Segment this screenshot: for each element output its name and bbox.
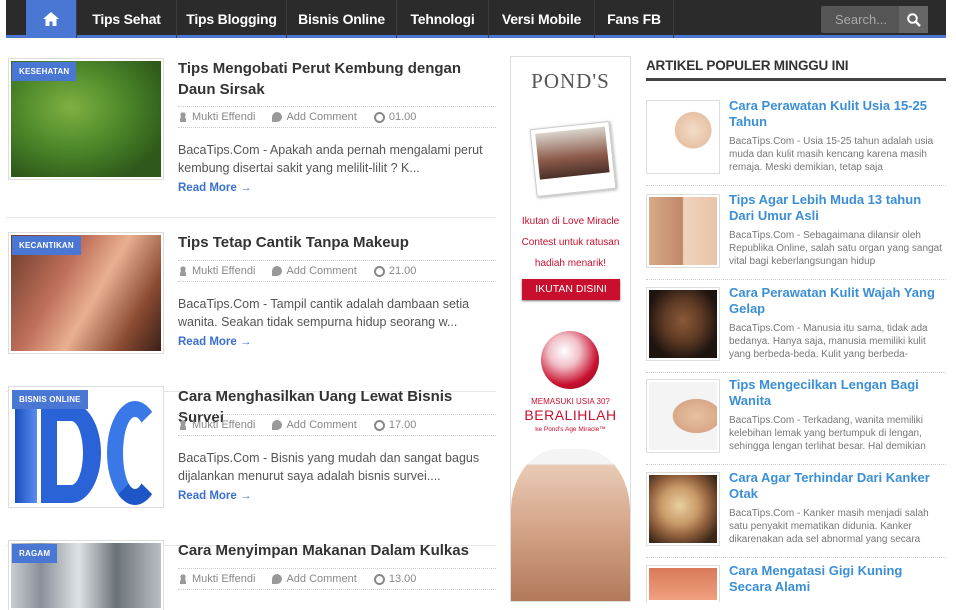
ad-headline-2: BERALIHLAH [524,407,617,423]
post-meta: Mukti Effendi Add Comment 01.00 [178,106,496,128]
post-meta: Mukti Effendi Add Comment 17.00 [178,414,496,436]
search-button[interactable] [899,6,928,33]
article-thumbnail[interactable] [646,565,720,602]
ad-contest-text: Ikutan di Love Miracle Contest untuk rat… [521,216,620,269]
ad-subline: ke Pond's Age Miracle™ [535,426,606,433]
post-item: BISNIS ONLINE Cara Menghasilkan Uang Lew… [6,386,496,546]
clock-icon [373,111,385,123]
article-desc: BacaTips.Com - Manusia itu sama, tidak a… [729,323,928,360]
article-title[interactable]: Cara Agar Terhindar Dari Kanker Otak [729,470,946,502]
article-thumbnail[interactable] [646,472,720,546]
post-thumbnail[interactable]: BISNIS ONLINE [8,386,164,508]
comment-icon [272,420,283,431]
nav-item-tips-sehat[interactable]: Tips Sehat [76,0,176,38]
article-desc: BacaTips.Com - Sebagaimana dilansir oleh… [729,230,942,267]
post-thumbnail[interactable]: KESEHATAN [8,58,164,180]
post-excerpt: BacaTips.Com - Tampil cantik adalah damb… [178,297,470,329]
post-thumbnail[interactable]: KECANTIKAN [8,232,164,354]
ad-photo-frame [529,121,617,197]
popular-articles-widget: ARTIKEL POPULER MINGGU INI [646,58,946,81]
popular-article: Tips Agar Lebih Muda 13 tahun Dari Umur … [646,192,946,280]
post-title[interactable]: Tips Mengobati Perut Kembung dengan Daun… [178,58,496,100]
user-icon [178,420,188,431]
article-title[interactable]: Tips Mengecilkan Lengan Bagi Wanita [729,377,946,409]
clock-icon [373,265,385,277]
post-author[interactable]: Mukti Effendi [192,415,255,435]
post-time: 13.00 [388,573,417,585]
popular-article: Cara Agar Terhindar Dari Kanker Otak Bac… [646,470,946,558]
post-author[interactable]: Mukti Effendi [192,261,255,281]
ad-product-jar [541,331,599,389]
user-icon [178,112,188,123]
article-thumbnail[interactable] [646,100,720,174]
nav-item-bisnis-online[interactable]: Bisnis Online [286,0,396,38]
post-title[interactable]: Tips Tetap Cantik Tanpa Makeup [178,232,496,253]
article-desc: BacaTips.Com - Terkadang, wanita memilik… [729,415,926,452]
post-thumbnail[interactable]: RAGAM [8,540,164,610]
read-more-link[interactable]: Read More → [178,182,252,194]
popular-article: Cara Perawatan Kulit Usia 15-25 Tahun Ba… [646,98,946,186]
article-title[interactable]: Cara Perawatan Kulit Usia 15-25 Tahun [729,98,946,130]
nav-item-fans-fb[interactable]: Fans FB [594,0,674,38]
ad-headline: MEMASUKI USIA 30? [531,397,610,406]
post-title[interactable]: Cara Menyimpan Makanan Dalam Kulkas [178,540,496,561]
user-icon [178,574,188,585]
clock-icon [373,573,385,585]
post-item: KECANTIKAN Tips Tetap Cantik Tanpa Makeu… [6,232,496,392]
article-thumbnail[interactable] [646,287,720,361]
add-comment-link[interactable]: Add Comment [286,261,356,281]
home-button[interactable] [26,0,76,38]
article-thumbnail[interactable] [646,194,720,268]
nav-item-tips-blogging[interactable]: Tips Blogging [176,0,286,38]
popular-article: Cara Perawatan Kulit Wajah Yang Gelap Ba… [646,285,946,373]
post-excerpt: BacaTips.Com - Bisnis yang mudah dan san… [178,451,480,483]
category-label[interactable]: RAGAM [12,544,58,563]
comment-icon [272,266,283,277]
top-navigation: Tips Sehat Tips Blogging Bisnis Online T… [6,0,946,38]
post-meta: Mukti Effendi Add Comment 21.00 [178,260,496,282]
post-author[interactable]: Mukti Effendi [192,107,255,127]
article-title[interactable]: Tips Agar Lebih Muda 13 tahun Dari Umur … [729,192,946,224]
ad-model-photo [511,449,630,601]
article-desc: BacaTips.Com - Usia 15-25 tahun adalah u… [729,136,934,173]
comment-icon [272,574,283,585]
post-time: 01.00 [388,111,417,123]
popular-article: Tips Mengecilkan Lengan Bagi Wanita Baca… [646,377,946,465]
add-comment-link[interactable]: Add Comment [286,569,356,589]
add-comment-link[interactable]: Add Comment [286,107,356,127]
user-icon [178,266,188,277]
ponds-advertisement[interactable]: POND'S Ikutan di Love Miracle Contest un… [510,56,631,602]
post-time: 17.00 [388,419,417,431]
home-icon [43,12,59,26]
clock-icon [373,419,385,431]
comment-icon [272,112,283,123]
read-more-link[interactable]: Read More → [178,490,252,502]
article-thumbnail[interactable] [646,379,720,453]
category-label[interactable]: BISNIS ONLINE [12,390,88,409]
article-desc: BacaTips.Com - Kanker masih menjadi sala… [729,508,929,545]
article-title[interactable]: Cara Mengatasi Gigi Kuning Secara Alami [729,563,946,595]
post-item: RAGAM Cara Menyimpan Makanan Dalam Kulka… [6,540,496,610]
ad-cta-button[interactable]: IKUTAN DISINI [522,279,620,300]
post-meta: Mukti Effendi Add Comment 13.00 [178,568,496,590]
read-more-link[interactable]: Read More → [178,336,252,348]
nav-item-tehnologi[interactable]: Tehnologi [396,0,488,38]
widget-heading: ARTIKEL POPULER MINGGU INI [646,58,946,81]
category-label[interactable]: KECANTIKAN [12,236,81,255]
search-input[interactable]: Search... [821,6,899,33]
post-author[interactable]: Mukti Effendi [192,569,255,589]
nav-item-versi-mobile[interactable]: Versi Mobile [488,0,594,38]
add-comment-link[interactable]: Add Comment [286,415,356,435]
post-item: KESEHATAN Tips Mengobati Perut Kembung d… [6,58,496,218]
post-excerpt: BacaTips.Com - Apakah anda pernah mengal… [178,143,483,175]
category-label[interactable]: KESEHATAN [12,62,77,81]
article-title[interactable]: Cara Perawatan Kulit Wajah Yang Gelap [729,285,946,317]
search-icon [906,12,921,27]
post-time: 21.00 [388,265,417,277]
popular-article: Cara Mengatasi Gigi Kuning Secara Alami [646,563,946,602]
ad-brand: POND'S [531,69,610,93]
